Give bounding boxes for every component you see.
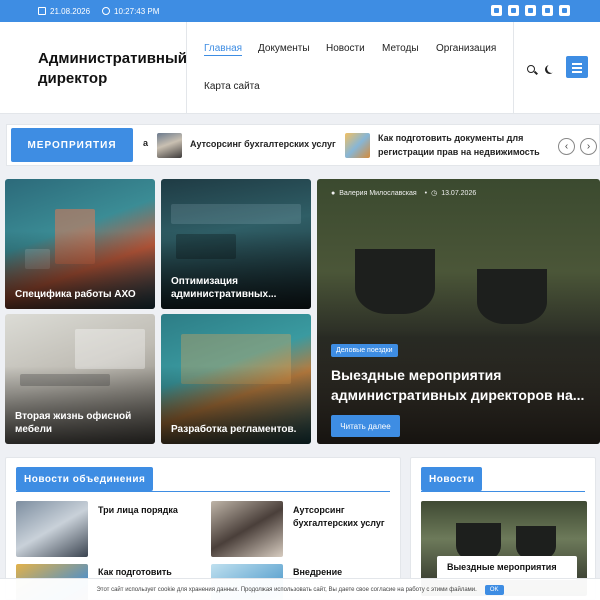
- calendar-icon: [38, 7, 46, 15]
- site-title[interactable]: Административный директор: [38, 49, 187, 89]
- vk-icon[interactable]: [491, 5, 502, 16]
- ticker-thumbnail[interactable]: [157, 133, 182, 158]
- panel-title: Новости объединения: [16, 467, 154, 491]
- nav-item-home[interactable]: Главная: [204, 43, 243, 56]
- nav-item-methods[interactable]: Методы: [382, 43, 419, 54]
- featured-title[interactable]: Выездные мероприятия административных ди…: [331, 365, 596, 405]
- ticker-label: МЕРОПРИЯТИЯ: [11, 128, 133, 162]
- odnoklassniki-icon[interactable]: [508, 5, 519, 16]
- social-links: [491, 5, 570, 16]
- cookie-ok-button[interactable]: OK: [484, 584, 504, 595]
- post-title[interactable]: Вторая жизнь офисной мебели: [15, 410, 147, 436]
- ticker-prev-button[interactable]: ‹: [558, 138, 575, 155]
- menu-button[interactable]: [566, 56, 588, 78]
- news-ticker: МЕРОПРИЯТИЯ а Аутсорсинг бухгалтерских у…: [6, 124, 600, 166]
- ticker-item-partial[interactable]: а: [143, 138, 148, 148]
- mail-icon[interactable]: [525, 5, 536, 16]
- post-link[interactable]: Аутсорсинг бухгалтерских услуг: [293, 504, 393, 530]
- post-tile[interactable]: Специфика работы АХО: [5, 179, 155, 309]
- post-link[interactable]: Три лица порядка: [98, 504, 198, 517]
- post-link[interactable]: Выездные мероприятия: [447, 561, 577, 574]
- post-title[interactable]: Оптимизация административных...: [171, 275, 303, 301]
- clock-icon: [102, 7, 111, 15]
- ticker-thumbnail[interactable]: [345, 133, 370, 158]
- nav-item-news[interactable]: Новости: [326, 43, 365, 54]
- post-author[interactable]: Валерия Милославская: [339, 190, 416, 197]
- divider: [16, 491, 390, 492]
- author-icon: ●: [331, 189, 336, 197]
- panel-title: Новости: [421, 467, 483, 491]
- divider: [186, 22, 187, 114]
- post-title[interactable]: Разработка регламентов.: [171, 423, 303, 436]
- current-time: 10:27:43 PM: [114, 6, 160, 16]
- featured-post[interactable]: ● Валерия Милославская • ◷ 13.07.2026 Де…: [317, 179, 600, 444]
- top-bar: 21.08.2026 10:27:43 PM: [0, 0, 600, 22]
- post-thumbnail[interactable]: [16, 501, 88, 557]
- dark-mode-icon[interactable]: [547, 64, 556, 73]
- post-meta: ● Валерия Милославская • ◷ 13.07.2026: [331, 189, 477, 198]
- divider: [513, 22, 514, 114]
- post-title[interactable]: Специфика работы АХО: [15, 288, 147, 301]
- phone-icon[interactable]: [559, 5, 570, 16]
- current-date: 21.08.2026: [50, 6, 91, 16]
- divider: [421, 491, 585, 492]
- cookie-banner: Этот сайт использует cookie для хранения…: [0, 578, 600, 600]
- category-badge[interactable]: Деловые поездки: [331, 344, 398, 357]
- nav-item-documents[interactable]: Документы: [258, 43, 310, 54]
- clock-icon: ◷: [431, 190, 438, 197]
- nav-item-organization[interactable]: Организация: [436, 43, 496, 54]
- chevron-left-icon: ‹: [564, 141, 569, 152]
- post-tile[interactable]: Разработка регламентов.: [161, 314, 311, 444]
- date-block: 21.08.2026: [38, 7, 90, 16]
- post-tile[interactable]: Оптимизация административных...: [161, 179, 311, 309]
- ticker-item[interactable]: Как подготовить документы для регистраци…: [378, 131, 548, 159]
- read-more-button[interactable]: Читать далее: [331, 415, 400, 437]
- nav-item-sitemap[interactable]: Карта сайта: [204, 81, 260, 92]
- youtube-icon[interactable]: [542, 5, 553, 16]
- search-icon[interactable]: [527, 65, 535, 73]
- site-header: Административный директор Главная Докуме…: [0, 22, 600, 114]
- ticker-track: а Аутсорсинг бухгалтерских услуг Как под…: [135, 125, 550, 167]
- post-date: 13.07.2026: [441, 189, 477, 197]
- time-block: 10:27:43 PM: [102, 7, 159, 16]
- chevron-right-icon: ›: [586, 141, 591, 152]
- ticker-item[interactable]: Аутсорсинг бухгалтерских услуг: [190, 139, 336, 149]
- ticker-next-button[interactable]: ›: [580, 138, 597, 155]
- post-thumbnail[interactable]: [211, 501, 283, 557]
- post-tile[interactable]: Вторая жизнь офисной мебели: [5, 314, 155, 444]
- cookie-text: Этот сайт использует cookie для хранения…: [96, 586, 477, 593]
